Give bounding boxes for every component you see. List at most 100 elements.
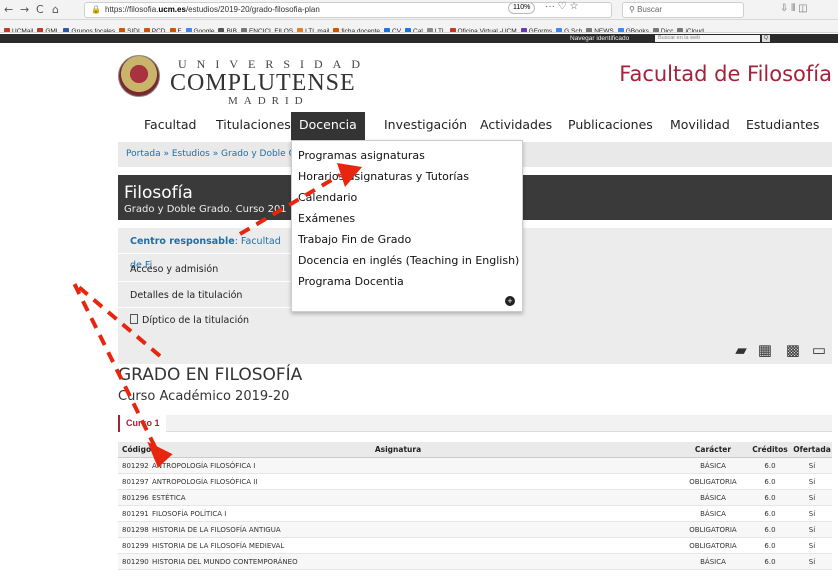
zoom-indicator[interactable]: 110%: [508, 2, 536, 14]
page-actions-icon[interactable]: ··· ♡ ☆: [545, 0, 578, 14]
nav-docencia[interactable]: Docencia: [291, 112, 365, 140]
bookmark-label: Grupos focales: [71, 28, 116, 33]
bookmark-item[interactable]: ENCICL FILOS: [240, 25, 294, 33]
plus-icon[interactable]: +: [505, 296, 515, 306]
bookmark-item[interactable]: G Sch: [556, 25, 583, 33]
cell-caracter: BÁSICA: [700, 494, 726, 502]
bookmark-item[interactable]: Dicc: [652, 25, 673, 32]
bookmark-item[interactable]: Google: [185, 25, 214, 32]
bookmark-icon: [449, 28, 456, 32]
cell-asignatura[interactable]: ESTÉTICA: [152, 490, 186, 506]
cell-asignatura[interactable]: ANTROPOLOGÍA FILOSÓFICA I: [152, 458, 255, 474]
menu-examenes[interactable]: Exámenes: [298, 212, 355, 225]
menu-calendario[interactable]: Calendario: [298, 191, 357, 204]
bookmark-item[interactable]: GForms: [520, 25, 553, 33]
bookmark-item[interactable]: ficha docente: [333, 25, 380, 32]
lock-icon: 🔒: [91, 5, 101, 14]
cell-asignatura[interactable]: HISTORIA DEL MUNDO CONTEMPORÁNEO: [152, 554, 298, 570]
academic-year: Curso Académico 2019-20: [118, 389, 290, 404]
bookmark-label: GForms: [528, 28, 553, 33]
bookmark-item[interactable]: PCD: [143, 25, 166, 32]
search-icon: ⚲: [629, 5, 638, 14]
bookmark-icon: [617, 28, 624, 32]
faculty-title[interactable]: Facultad de Filosofía: [619, 62, 832, 86]
login-link[interactable]: Navegar identificado: [570, 34, 629, 43]
nav-investigacion[interactable]: Investigación: [384, 112, 467, 140]
calendar-icon[interactable]: ▦: [756, 342, 774, 360]
menu-programa-docentia[interactable]: Programa Docentia: [298, 275, 404, 288]
table-body: 801292 ANTROPOLOGÍA FILOSÓFICA I BÁSICA 6.0…: [118, 458, 832, 570]
cell-asignatura[interactable]: HISTORIA DE LA FILOSOFÍA MEDIEVAL: [152, 538, 284, 554]
nav-actividades[interactable]: Actividades: [480, 112, 552, 140]
bookmark-item[interactable]: Oficina Virtual -UCM: [449, 25, 517, 32]
bookmark-label: SIDI: [127, 28, 140, 33]
subjects-table: Código Asignatura Carácter Créditos Ofer…: [118, 442, 832, 570]
bookmark-item[interactable]: NEWS: [586, 25, 614, 33]
nav-facultad[interactable]: Facultad: [144, 112, 196, 140]
cell-asignatura[interactable]: HISTORIA DE LA FILOSOFÍA ANTIGUA: [152, 522, 281, 538]
bookmark-item[interactable]: GBooks: [617, 25, 649, 32]
bookmark-item[interactable]: SIDI: [119, 25, 140, 33]
centro-responsable[interactable]: Centro responsable: Facultad de Fi: [118, 230, 293, 271]
bookmark-item[interactable]: CV: [384, 25, 401, 32]
bookmark-icon: [119, 28, 126, 32]
web-search-button[interactable]: Q: [762, 35, 770, 42]
bookmark-label: LTL mail: [305, 28, 330, 33]
cell-code: 801292: [122, 462, 149, 470]
forward-button[interactable]: →: [20, 3, 29, 17]
table-header: Código Asignatura Carácter Créditos Ofer…: [118, 442, 832, 458]
search-placeholder: Buscar: [637, 5, 662, 14]
toolbar-icons[interactable]: ⇩ ⫴ ◫: [780, 3, 808, 14]
bookmark-icon: [143, 28, 150, 32]
nav-movilidad[interactable]: Movilidad: [670, 112, 730, 140]
tab-curso-1[interactable]: Curso 1: [118, 415, 166, 432]
bookmark-label: F: [177, 28, 182, 33]
nav-publicaciones[interactable]: Publicaciones: [568, 112, 653, 140]
bookmark-item[interactable]: LTL mail: [297, 25, 330, 33]
cell-ofertada: Sí: [808, 526, 816, 534]
home-button[interactable]: ⌂: [52, 3, 59, 17]
detalles-link[interactable]: Detalles de la titulación: [118, 284, 293, 308]
back-button[interactable]: ←: [4, 3, 13, 17]
cell-asignatura[interactable]: ANTROPOLOGÍA FILOSÓFICA II: [152, 474, 257, 490]
bookmark-item[interactable]: GML: [37, 25, 60, 33]
bookmark-item[interactable]: LTL: [426, 25, 446, 32]
cell-caracter: OBLIGATORIA: [689, 478, 737, 486]
bookmark-label: G Sch: [564, 28, 583, 33]
cell-caracter: BÁSICA: [700, 558, 726, 566]
nav-titulaciones[interactable]: Titulaciones: [216, 112, 291, 140]
menu-trabajo-fin-grado[interactable]: Trabajo Fin de Grado: [298, 233, 411, 246]
bookmark-icon: [218, 28, 225, 32]
table-row: 801291 FILOSOFÍA POLÍTICA I BÁSICA 6.0 Sí: [118, 506, 832, 522]
url-prefix: https://filosofia.: [105, 5, 159, 14]
cell-asignatura[interactable]: FILOSOFÍA POLÍTICA I: [152, 506, 226, 522]
bookmark-label: ENCICL FILOS: [248, 28, 294, 33]
diptico-link[interactable]: Díptico de la titulación: [118, 309, 293, 333]
bookmark-item[interactable]: Grupos focales: [63, 25, 116, 33]
web-search-input[interactable]: Buscar en la web: [655, 35, 760, 42]
bookmark-item[interactable]: Cal: [405, 25, 423, 32]
site-top-strip: Navegar identificado Buscar en la web Q: [0, 34, 838, 43]
menu-docencia-ingles[interactable]: Docencia en inglés (Teaching in English): [298, 254, 519, 267]
menu-horarios-tutorias[interactable]: Horarios asignaturas y Tutorías: [298, 170, 469, 183]
ucm-seal-logo[interactable]: [118, 55, 160, 97]
acceso-link[interactable]: Acceso y admisión: [118, 258, 293, 282]
reload-button[interactable]: C: [36, 3, 44, 17]
bookmark-label: GML: [45, 28, 60, 33]
calculator-icon[interactable]: ▩: [784, 342, 802, 360]
bookmark-item[interactable]: UCMail: [4, 25, 33, 32]
menu-programas-asignaturas[interactable]: Programas asignaturas: [298, 149, 425, 162]
cell-code: 801297: [122, 478, 149, 486]
bookmark-item[interactable]: iCloud: [677, 25, 704, 32]
monitor-icon[interactable]: ▭: [810, 342, 828, 360]
browser-search-input[interactable]: ⚲ Buscar: [622, 2, 744, 18]
bookmark-label: NEWS: [594, 28, 614, 33]
nav-estudiantes[interactable]: Estudiantes: [746, 112, 819, 140]
bookmark-item[interactable]: BIB: [218, 25, 237, 32]
cell-code: 801290: [122, 558, 149, 566]
bookmark-item[interactable]: F: [169, 25, 182, 33]
cell-ofertada: Sí: [808, 494, 816, 502]
section-heading: GRADO EN FILOSOFÍA: [118, 365, 303, 385]
diptico-label: Díptico de la titulación: [142, 315, 250, 326]
book-icon[interactable]: ▰: [732, 342, 750, 360]
